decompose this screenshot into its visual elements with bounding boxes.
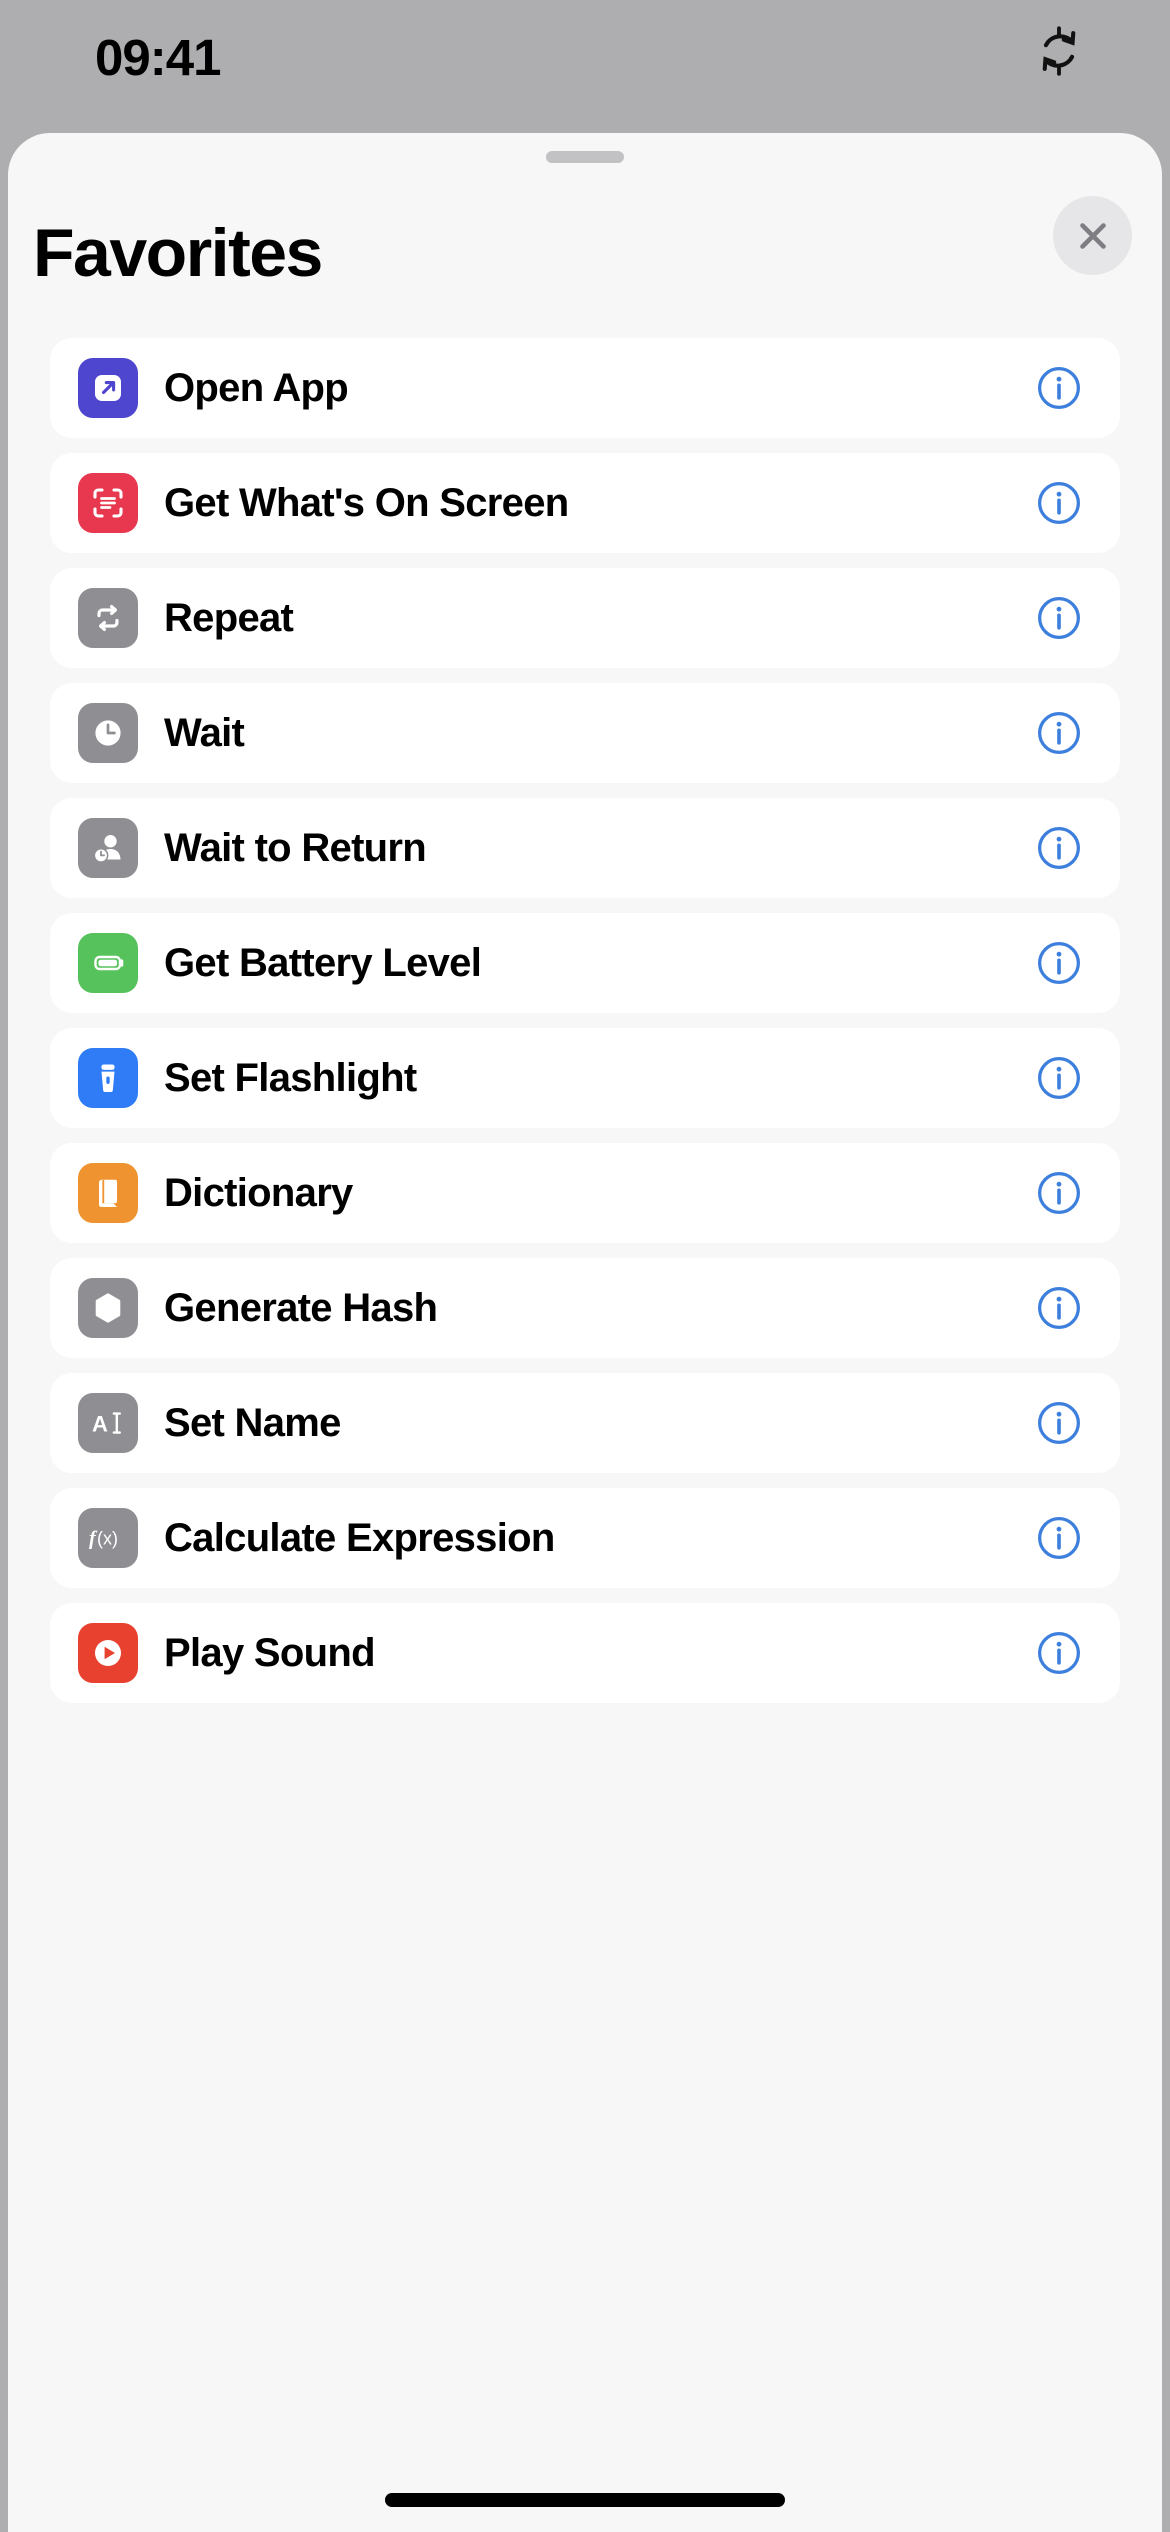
list-item[interactable]: Get Battery Level — [50, 913, 1120, 1013]
scan-screen-icon — [78, 473, 138, 533]
info-button[interactable] — [1036, 1400, 1082, 1446]
status-bar-time: 09:41 — [95, 29, 221, 86]
list-item[interactable]: Set Flashlight — [50, 1028, 1120, 1128]
list-item[interactable]: Get What's On Screen — [50, 453, 1120, 553]
list-item-label: Wait to Return — [164, 825, 427, 870]
list-item-label: Play Sound — [164, 1630, 376, 1675]
list-item-label: Get What's On Screen — [164, 480, 569, 525]
info-button[interactable] — [1036, 480, 1082, 526]
list-item-label: Dictionary — [164, 1170, 353, 1215]
list-item[interactable]: f (x) Calculate Expression — [50, 1488, 1120, 1588]
close-button[interactable] — [1053, 196, 1132, 275]
info-icon — [1036, 595, 1082, 641]
info-button[interactable] — [1036, 940, 1082, 986]
battery-icon — [78, 933, 138, 993]
info-button[interactable] — [1036, 1055, 1082, 1101]
hexagon-icon — [78, 1278, 138, 1338]
function-icon: f (x) — [78, 1508, 138, 1568]
clock-icon — [78, 703, 138, 763]
info-icon — [1036, 1515, 1082, 1561]
info-icon — [1036, 710, 1082, 756]
list-item[interactable]: A Set Name — [50, 1373, 1120, 1473]
favorites-list[interactable]: Open App Get What's On Screen Repeat Wai… — [8, 338, 1162, 2532]
person-clock-icon — [78, 818, 138, 878]
list-item-label: Wait — [164, 710, 245, 755]
repeat-icon — [78, 588, 138, 648]
info-button[interactable] — [1036, 1630, 1082, 1676]
info-icon — [1036, 1055, 1082, 1101]
info-icon — [1036, 940, 1082, 986]
info-icon — [1036, 1400, 1082, 1446]
list-item[interactable]: Open App — [50, 338, 1120, 438]
status-bar: 09:41 — [0, 0, 1170, 135]
info-icon — [1036, 365, 1082, 411]
info-icon — [1036, 480, 1082, 526]
list-item[interactable]: Wait to Return — [50, 798, 1120, 898]
info-button[interactable] — [1036, 365, 1082, 411]
flashlight-icon — [78, 1048, 138, 1108]
list-item-label: Set Name — [164, 1400, 341, 1445]
list-item-label: Generate Hash — [164, 1285, 438, 1330]
sheet-header: Favorites — [8, 133, 1162, 338]
list-item[interactable]: Repeat — [50, 568, 1120, 668]
info-button[interactable] — [1036, 825, 1082, 871]
info-icon — [1036, 1170, 1082, 1216]
info-button[interactable] — [1036, 595, 1082, 641]
list-item[interactable]: Generate Hash — [50, 1258, 1120, 1358]
list-item[interactable]: Dictionary — [50, 1143, 1120, 1243]
svg-text:(x): (x) — [97, 1529, 118, 1549]
open-app-icon — [78, 358, 138, 418]
info-button[interactable] — [1036, 1515, 1082, 1561]
info-icon — [1036, 825, 1082, 871]
list-item-label: Get Battery Level — [164, 940, 482, 985]
list-item-label: Set Flashlight — [164, 1055, 417, 1100]
info-button[interactable] — [1036, 1170, 1082, 1216]
list-item[interactable]: Wait — [50, 683, 1120, 783]
list-item[interactable]: Play Sound — [50, 1603, 1120, 1703]
info-icon — [1036, 1630, 1082, 1676]
info-button[interactable] — [1036, 710, 1082, 756]
favorites-sheet: Favorites Open App Get What's On Screen … — [8, 133, 1162, 2532]
info-icon — [1036, 1285, 1082, 1331]
page-title: Favorites — [33, 215, 323, 291]
svg-text:A: A — [92, 1412, 108, 1437]
info-button[interactable] — [1036, 1285, 1082, 1331]
close-icon — [1072, 215, 1114, 257]
text-cursor-icon: A — [78, 1393, 138, 1453]
book-icon — [78, 1163, 138, 1223]
list-item-label: Repeat — [164, 595, 294, 640]
list-item-label: Calculate Expression — [164, 1515, 555, 1560]
sync-refresh-icon — [1030, 22, 1088, 80]
phone-screen: 09:41 Favorites Open App Get What's On S… — [0, 0, 1170, 2532]
home-indicator — [385, 2493, 785, 2507]
play-sound-icon — [78, 1623, 138, 1683]
list-item-label: Open App — [164, 365, 349, 410]
